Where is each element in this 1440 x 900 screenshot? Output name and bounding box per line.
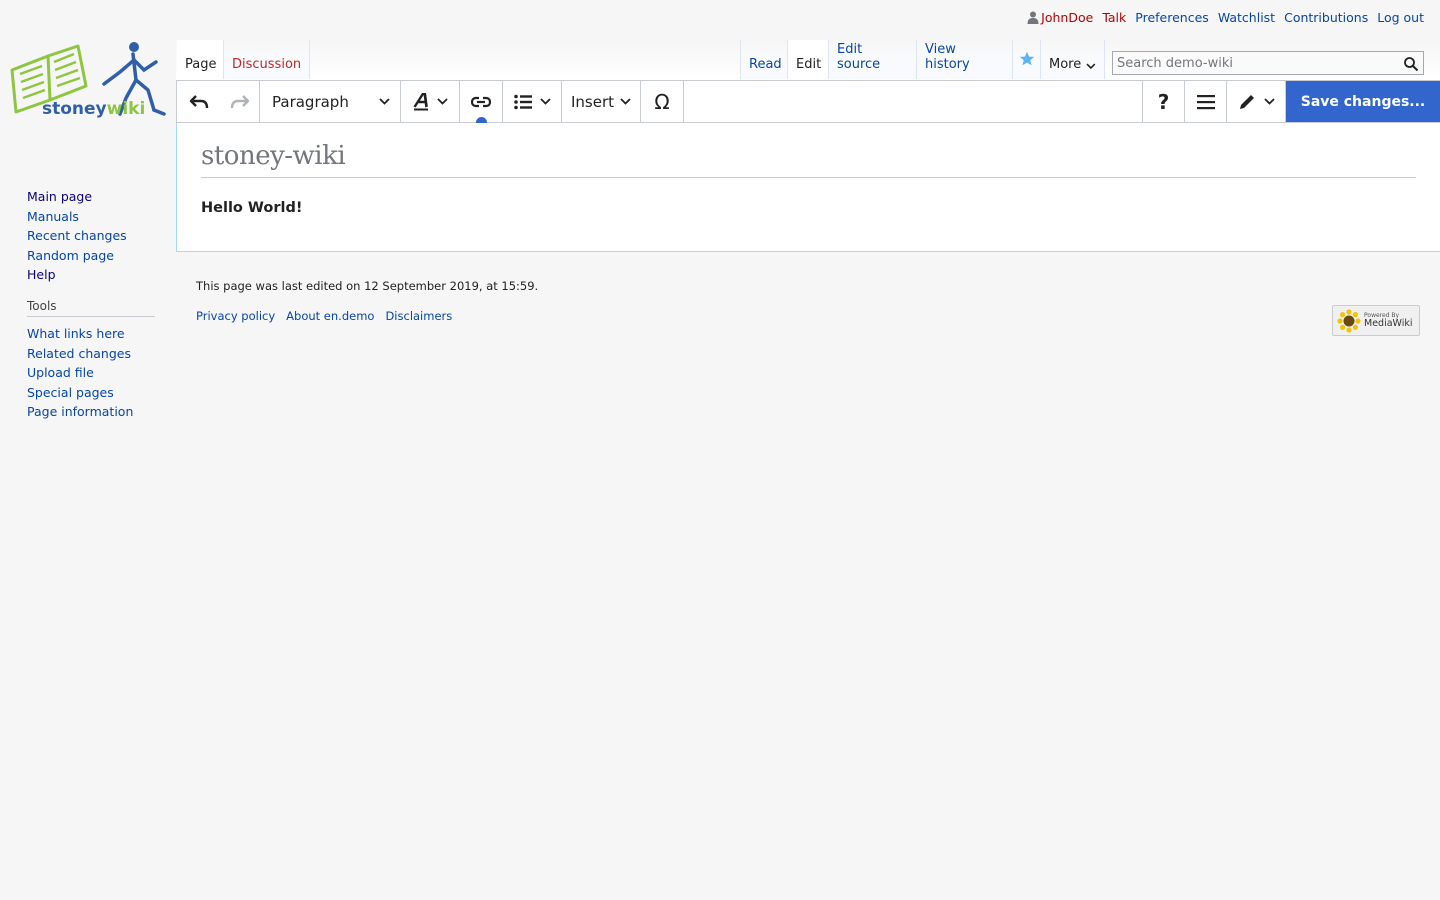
footer-privacy-link[interactable]: Privacy policy <box>196 309 275 323</box>
chevron-down-icon <box>379 98 390 105</box>
sidebar-item-help[interactable]: Help <box>27 265 127 285</box>
footer-disclaimers-link[interactable]: Disclaimers <box>385 309 452 323</box>
tab-page-label: Page <box>185 57 217 72</box>
chevron-down-icon <box>1086 63 1096 70</box>
personal-tools: JohnDoe Talk Preferences Watchlist Contr… <box>1027 10 1424 25</box>
sidebar-item-manuals[interactable]: Manuals <box>27 207 127 227</box>
last-modified-text: This page was last edited on 12 Septembe… <box>196 279 539 293</box>
help-button[interactable]: ? <box>1142 81 1185 122</box>
link-icon <box>471 96 491 107</box>
tool-page-information[interactable]: Page information <box>27 402 133 422</box>
paragraph-format-dropdown[interactable]: Paragraph <box>260 81 401 122</box>
undo-button[interactable] <box>177 81 220 122</box>
more-menu-label: More <box>1049 57 1082 72</box>
tab-edit[interactable]: Edit <box>788 40 829 79</box>
content-area: stoney-wiki Hello World! <box>176 123 1440 252</box>
user-link-wrap[interactable]: JohnDoe <box>1027 10 1093 25</box>
tab-read-label: Read <box>749 57 782 72</box>
site-logo[interactable]: stoneywiki <box>8 40 168 130</box>
text-style-dropdown[interactable] <box>401 81 460 122</box>
search-box <box>1112 51 1424 75</box>
tab-view-history-label: View history <box>925 42 970 72</box>
tab-edit-source[interactable]: Edit source <box>829 40 917 79</box>
user-icon <box>1027 11 1039 24</box>
tools-heading: Tools <box>27 299 155 317</box>
footer-about-link[interactable]: About en.demo <box>286 309 374 323</box>
pencil-icon <box>1239 94 1254 109</box>
svg-text:stoneywiki: stoneywiki <box>42 99 145 119</box>
chevron-down-icon <box>620 98 631 105</box>
talk-link[interactable]: Talk <box>1102 10 1126 25</box>
insert-label: Insert <box>570 92 615 111</box>
tool-special-pages[interactable]: Special pages <box>27 383 133 403</box>
redo-button[interactable] <box>220 81 260 122</box>
sunflower-icon <box>1337 308 1361 333</box>
logout-link[interactable]: Log out <box>1377 10 1424 25</box>
contributions-link[interactable]: Contributions <box>1284 10 1368 25</box>
menu-icon <box>1196 94 1215 109</box>
list-dropdown[interactable] <box>503 81 562 122</box>
search-input[interactable] <box>1113 55 1401 71</box>
omega-icon: Ω <box>654 89 670 114</box>
sidebar-item-main-page[interactable]: Main page <box>27 187 127 207</box>
editor-mode-dropdown[interactable] <box>1227 81 1286 122</box>
tool-upload-file[interactable]: Upload file <box>27 363 133 383</box>
footer-links: Privacy policy About en.demo Disclaimers <box>196 309 452 323</box>
tab-read[interactable]: Read <box>740 40 788 79</box>
page-title: stoney-wiki <box>201 141 1416 178</box>
tab-view-history[interactable]: View history <box>917 40 1013 79</box>
tab-page[interactable]: Page <box>177 40 224 79</box>
tool-related-changes[interactable]: Related changes <box>27 344 133 364</box>
logo-word-2: wiki <box>107 99 146 119</box>
insert-dropdown[interactable]: Insert <box>562 81 641 122</box>
chevron-down-icon <box>539 98 551 105</box>
editor-toolbar: Paragraph Insert Ω ? Save changes... <box>176 80 1440 128</box>
sidebar-item-random-page[interactable]: Random page <box>27 246 127 266</box>
sidebar-item-recent-changes[interactable]: Recent changes <box>27 226 127 246</box>
bullet-list-icon <box>513 94 532 109</box>
powered-by-text: Powered By MediaWiki <box>1364 312 1413 329</box>
paragraph-format-label: Paragraph <box>272 92 349 111</box>
link-button[interactable] <box>460 81 503 122</box>
logo-word-1: stoney <box>42 99 107 119</box>
watchlist-link[interactable]: Watchlist <box>1218 10 1275 25</box>
star-icon <box>1019 51 1034 66</box>
chevron-down-icon <box>1263 98 1275 105</box>
undo-icon <box>189 94 208 108</box>
tab-edit-source-label: Edit source <box>837 42 881 72</box>
page-options-button[interactable] <box>1185 81 1227 122</box>
sidebar-tools: What links here Related changes Upload f… <box>27 324 133 422</box>
special-character-button[interactable]: Ω <box>641 81 684 122</box>
more-menu[interactable]: More <box>1041 40 1105 79</box>
user-link[interactable]: JohnDoe <box>1041 10 1093 25</box>
sidebar-navigation: Main page Manuals Recent changes Random … <box>27 187 127 285</box>
powered-by-mediawiki-badge[interactable]: Powered By MediaWiki <box>1332 305 1420 336</box>
chevron-down-icon <box>436 98 448 105</box>
help-icon: ? <box>1157 89 1170 114</box>
tool-what-links-here[interactable]: What links here <box>27 324 133 344</box>
redo-icon <box>230 94 249 108</box>
preferences-link[interactable]: Preferences <box>1135 10 1209 25</box>
tab-edit-label: Edit <box>796 57 822 72</box>
powered-by-big: MediaWiki <box>1364 317 1413 329</box>
tab-discussion[interactable]: Discussion <box>224 40 310 79</box>
save-changes-button[interactable]: Save changes... <box>1286 81 1440 122</box>
search-icon[interactable] <box>1403 56 1419 72</box>
page-body-text[interactable]: Hello World! <box>201 200 302 216</box>
tab-discussion-label: Discussion <box>232 57 302 72</box>
text-style-icon <box>412 92 428 110</box>
watch-star-button[interactable] <box>1013 40 1041 79</box>
